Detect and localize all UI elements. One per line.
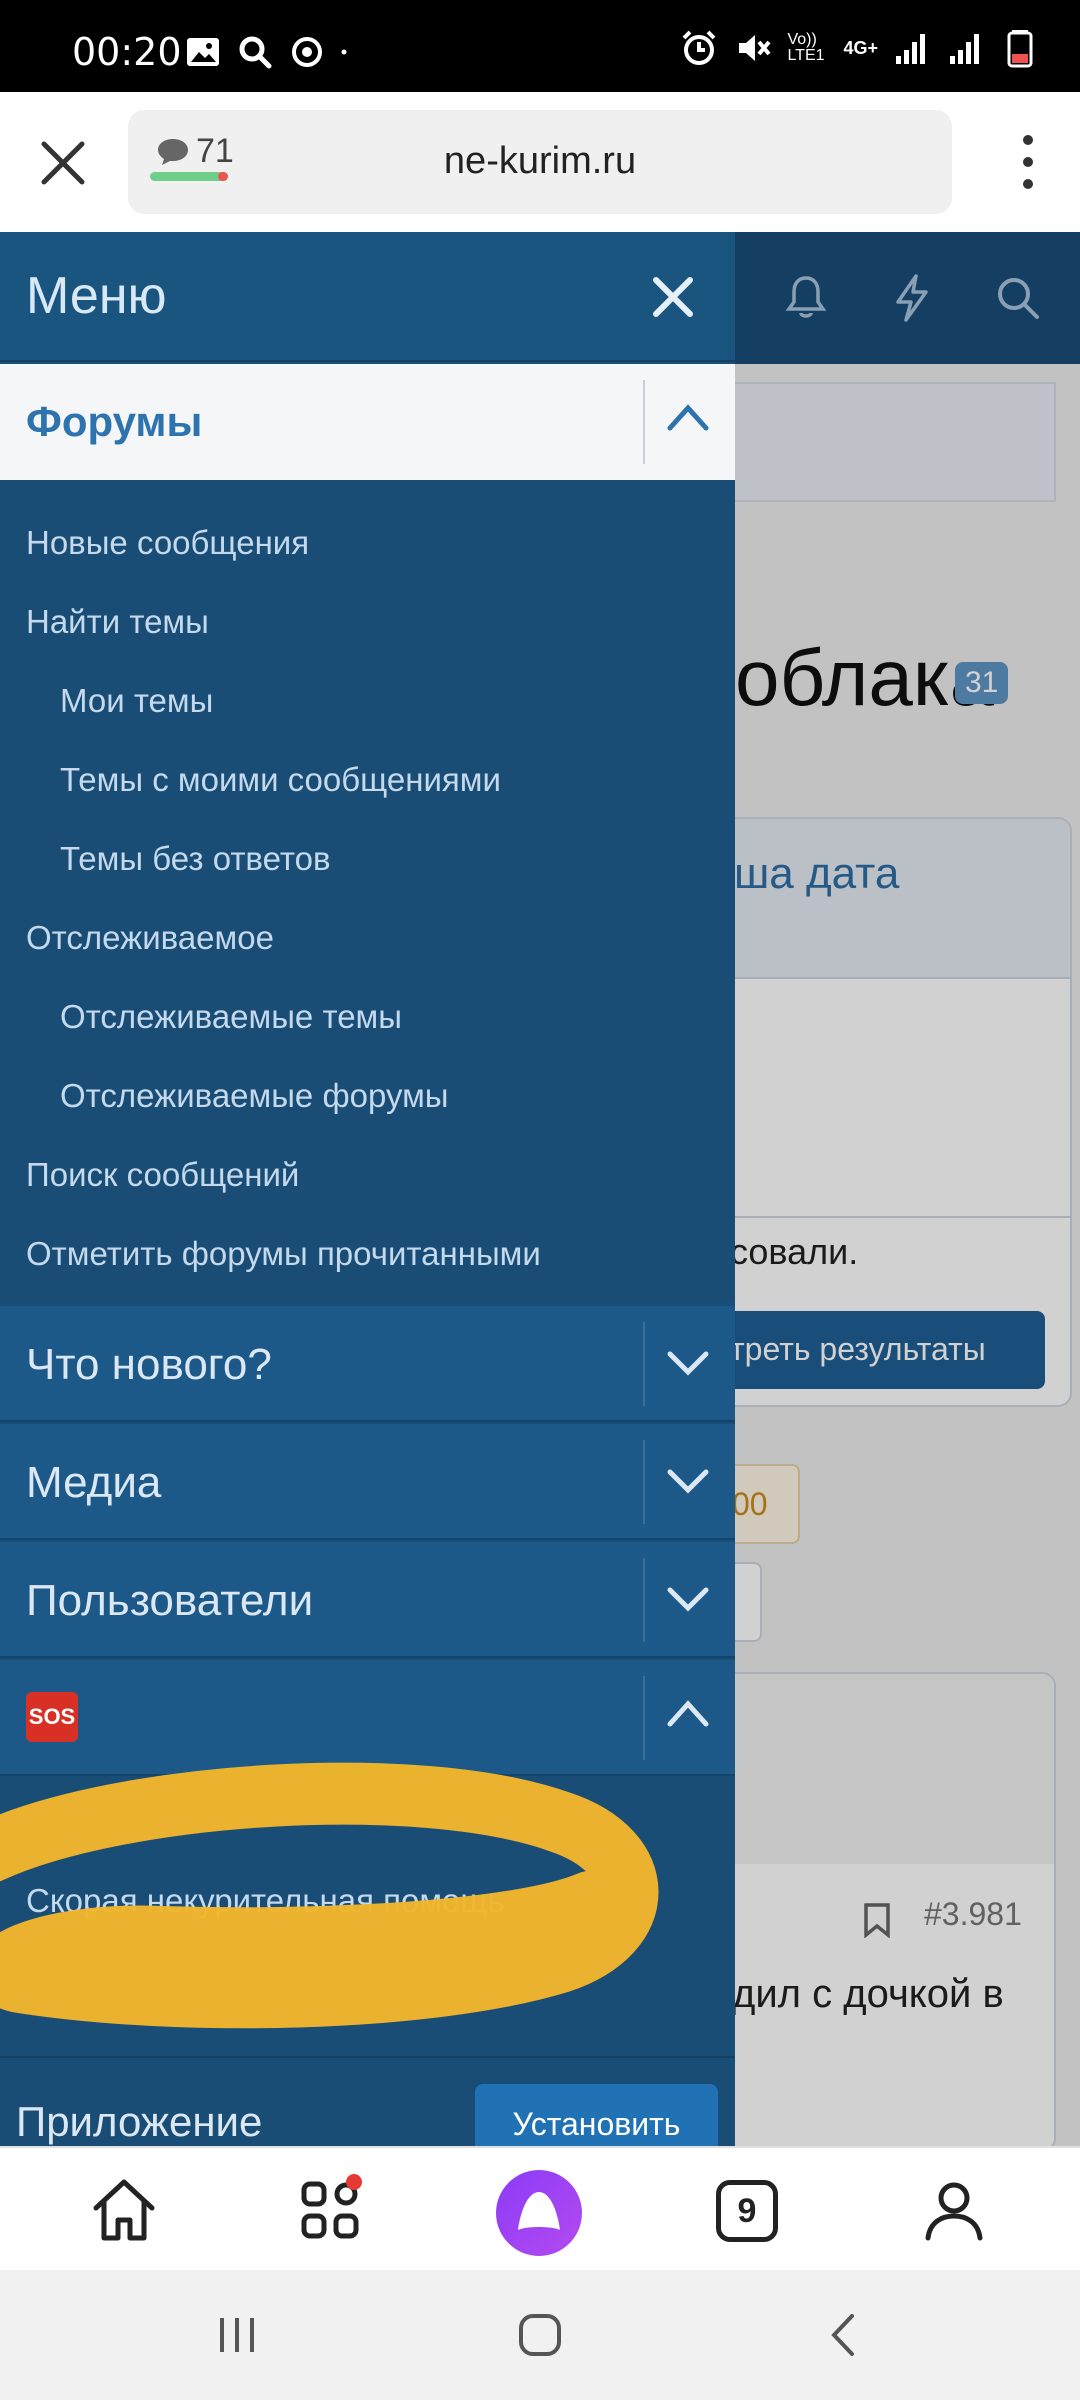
url-text[interactable]: ne-kurim.ru — [128, 140, 952, 183]
sync-icon — [292, 37, 322, 67]
menu-section-media[interactable]: Медиа — [0, 1424, 735, 1540]
image-icon — [187, 38, 219, 66]
app-label: Приложение — [16, 2098, 263, 2145]
close-icon[interactable] — [650, 274, 696, 320]
menu-section-users[interactable]: Пользователи — [0, 1542, 735, 1658]
profile-icon[interactable] — [914, 2170, 994, 2250]
menu-item-watched[interactable]: Отслеживаемое — [26, 919, 274, 957]
address-bar[interactable]: 71 ne-kurim.ru — [128, 110, 952, 214]
recent-apps-icon[interactable] — [212, 2310, 262, 2360]
forums-submenu: Новые сообщения Найти темы Мои темы Темы… — [0, 480, 735, 1300]
menu-item-watched-threads[interactable]: Отслеживаемые темы — [60, 998, 402, 1036]
browser-bottom-nav: 9 — [0, 2146, 1080, 2270]
battery-low-icon — [1007, 30, 1033, 68]
side-menu: Меню Форумы Новые сообщения Найти темы М… — [0, 232, 735, 2146]
system-nav-bar — [0, 2270, 1080, 2400]
back-icon[interactable] — [818, 2310, 868, 2360]
more-menu-icon[interactable] — [1022, 132, 1034, 192]
alarm-icon — [683, 30, 716, 65]
menu-item-my-threads[interactable]: Мои темы — [60, 682, 213, 720]
menu-item-mark-forums-read[interactable]: Отметить форумы прочитанными — [26, 1235, 541, 1273]
chevron-up-icon[interactable] — [666, 402, 710, 432]
network-label: 4G+ — [843, 37, 878, 58]
close-icon[interactable] — [38, 138, 88, 188]
highlight-scribble — [0, 1762, 659, 2029]
alice-assistant-icon[interactable] — [496, 2170, 582, 2256]
home-icon[interactable] — [84, 2170, 164, 2250]
signal-icon — [896, 34, 925, 64]
menu-item-watched-forums[interactable]: Отслеживаемые форумы — [60, 1077, 448, 1115]
menu-item-unanswered-threads[interactable]: Темы без ответов — [60, 840, 330, 878]
menu-section-forums[interactable]: Форумы — [0, 364, 735, 480]
menu-title: Меню — [26, 267, 167, 325]
apps-icon[interactable] — [290, 2170, 370, 2250]
search-icon — [239, 36, 272, 69]
chevron-down-icon[interactable] — [666, 1466, 710, 1496]
install-button[interactable]: Установить — [475, 2084, 718, 2146]
chevron-down-icon[interactable] — [666, 1348, 710, 1378]
menu-item-find-threads[interactable]: Найти темы — [26, 603, 209, 641]
app-install-row: Приложение Установить — [0, 2056, 735, 2146]
chevron-down-icon[interactable] — [666, 1584, 710, 1614]
browser-toolbar: 71 ne-kurim.ru — [0, 92, 1080, 232]
chevron-up-icon[interactable] — [666, 1698, 710, 1728]
status-bar: 00:20 Vo)) LTE1 4G+ — [0, 0, 1080, 92]
tabs-icon[interactable]: 9 — [716, 2180, 778, 2242]
menu-item-new-posts[interactable]: Новые сообщения — [26, 524, 309, 562]
signal-icon — [950, 34, 979, 64]
menu-section-whats-new[interactable]: Что нового? — [0, 1306, 735, 1422]
volte-label: Vo)) LTE1 — [787, 31, 825, 64]
mute-icon — [739, 35, 772, 61]
home-button-icon[interactable] — [515, 2310, 565, 2360]
menu-section-label: Медиа — [26, 1458, 162, 1507]
menu-header: Меню — [0, 232, 735, 362]
status-time: 00:20 — [72, 30, 182, 74]
dot-icon — [341, 49, 347, 55]
menu-section-label: Пользователи — [26, 1576, 314, 1625]
menu-section-label: Форумы — [26, 398, 203, 445]
menu-section-label: Что нового? — [26, 1340, 272, 1389]
menu-item-search-posts[interactable]: Поиск сообщений — [26, 1156, 299, 1194]
menu-item-threads-with-my-posts[interactable]: Темы с моими сообщениями — [60, 761, 501, 799]
